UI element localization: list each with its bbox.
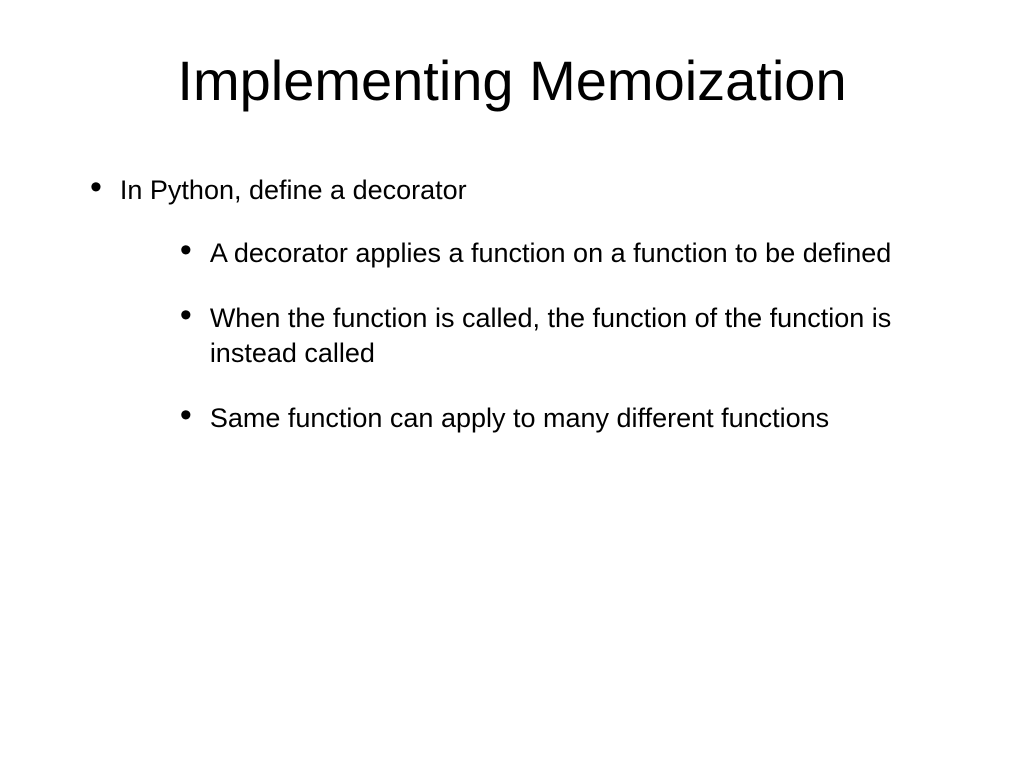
- bullet-list: • In Python, define a decorator • A deco…: [70, 173, 954, 466]
- sub-bullet-text: When the function is called, the functio…: [210, 301, 954, 371]
- sub-bullet-text: A decorator applies a function on a func…: [210, 236, 892, 271]
- bullet-icon: •: [180, 239, 192, 261]
- list-item: • In Python, define a decorator • A deco…: [90, 173, 954, 466]
- slide-title: Implementing Memoization: [70, 48, 954, 113]
- sub-bullet-text: Same function can apply to many differen…: [210, 401, 829, 436]
- sub-list: • A decorator applies a function on a fu…: [120, 236, 954, 436]
- bullet-icon: •: [180, 404, 192, 426]
- bullet-body: In Python, define a decorator • A decora…: [120, 173, 954, 466]
- bullet-icon: •: [90, 176, 102, 198]
- list-item: • When the function is called, the funct…: [180, 301, 954, 371]
- list-item: • A decorator applies a function on a fu…: [180, 236, 954, 271]
- list-item: • Same function can apply to many differ…: [180, 401, 954, 436]
- bullet-text: In Python, define a decorator: [120, 175, 467, 205]
- bullet-icon: •: [180, 304, 192, 326]
- slide: Implementing Memoization • In Python, de…: [0, 0, 1024, 768]
